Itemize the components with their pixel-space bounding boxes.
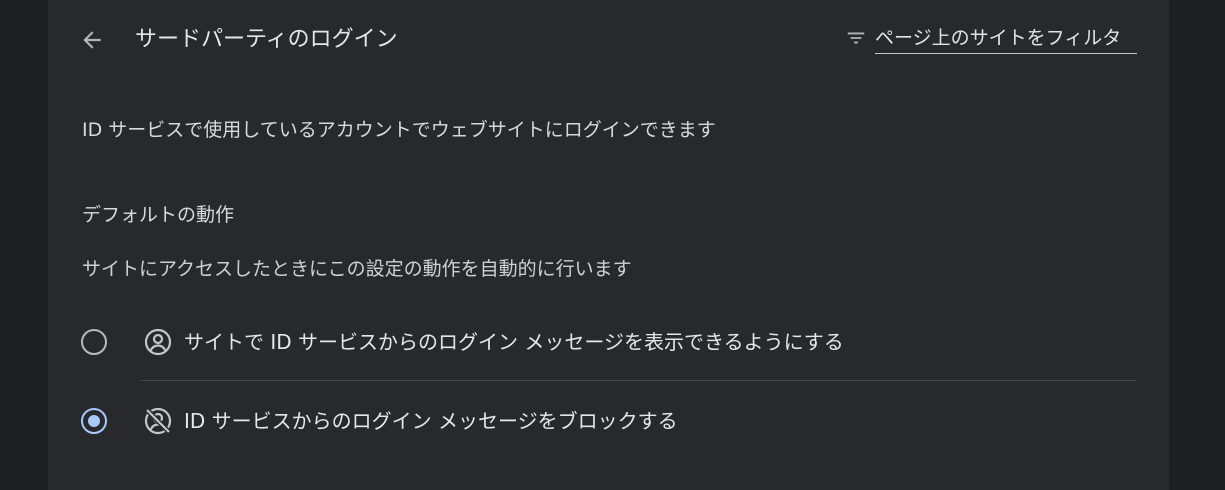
default-behavior-subtitle: サイトにアクセスしたときにこの設定の動作を自動的に行います [82, 258, 632, 280]
radio-block[interactable] [81, 408, 107, 434]
arrow-back-icon [83, 31, 101, 49]
settings-card: サードパーティのログイン ID サービスで使用しているアカウントでウェブサイトに… [48, 0, 1169, 490]
account-circle-icon [144, 328, 172, 356]
default-behavior-heading: デフォルトの動作 [82, 204, 235, 226]
back-button[interactable] [74, 22, 110, 58]
option-divider [141, 380, 1137, 381]
option-allow-login-prompts[interactable]: サイトで ID サービスからのログイン メッセージを表示できるようにする [48, 312, 1169, 372]
filter-input[interactable] [875, 22, 1137, 54]
window-background: サードパーティのログイン ID サービスで使用しているアカウントでウェブサイトに… [0, 0, 1225, 490]
page-title: サードパーティのログイン [135, 27, 398, 52]
page-description: ID サービスで使用しているアカウントでウェブサイトにログインできます [82, 119, 716, 141]
page-header: サードパーティのログイン [48, 0, 1169, 80]
account-circle-off-icon [144, 407, 172, 435]
option-label-allow: サイトで ID サービスからのログイン メッセージを表示できるようにする [184, 330, 844, 354]
site-filter[interactable] [845, 22, 1137, 54]
filter-list-icon [847, 32, 865, 44]
radio-allow[interactable] [81, 329, 107, 355]
option-block-login-prompts[interactable]: ID サービスからのログイン メッセージをブロックする [48, 391, 1169, 451]
option-label-block: ID サービスからのログイン メッセージをブロックする [184, 409, 678, 433]
